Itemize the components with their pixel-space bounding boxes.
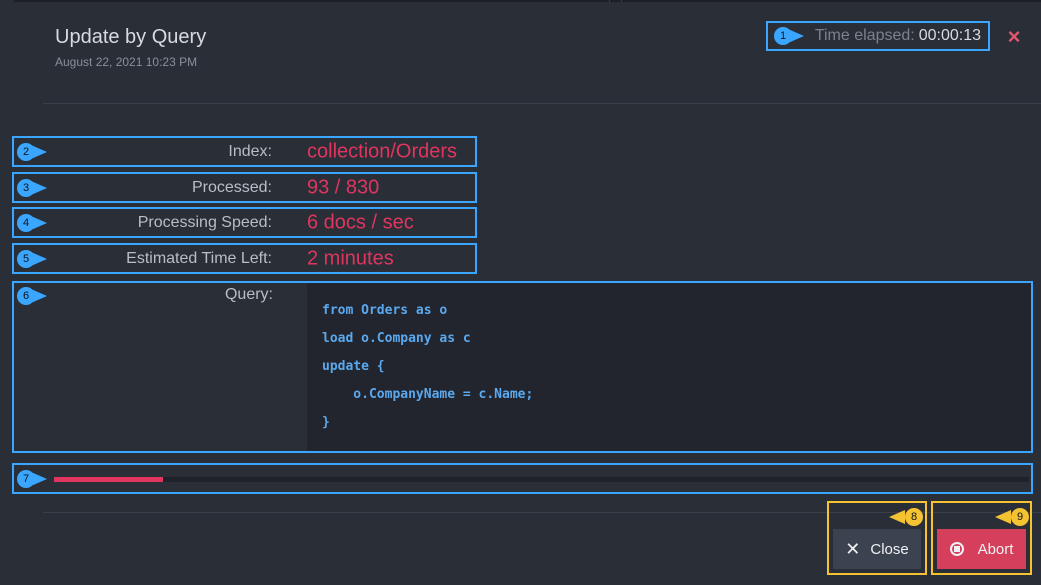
code-line: from Orders as o — [322, 303, 448, 318]
index-value: collection/Orders — [307, 140, 458, 162]
close-button[interactable]: ✕ Close — [833, 529, 921, 569]
time-elapsed-value: 00:00:13 — [918, 27, 981, 44]
callout-marker: 3 — [17, 179, 47, 197]
progress-fill — [54, 477, 164, 482]
query-label: Query: — [224, 286, 273, 303]
speed-value: 6 docs / sec — [307, 211, 414, 233]
stop-icon — [949, 542, 964, 556]
dialog-title: Update by Query — [55, 26, 207, 48]
time-left-value: 2 minutes — [307, 247, 394, 269]
callout-marker: 6 — [17, 287, 47, 305]
query-row: Query: from Orders as o load o.Company a… — [12, 281, 1033, 453]
time-left-label: Estimated Time Left: — [126, 249, 272, 267]
progress-track — [54, 477, 1029, 482]
abort-button-label: Abort — [977, 540, 1014, 558]
callout-marker: 1 — [774, 27, 804, 45]
callout-marker: 7 — [17, 470, 47, 488]
processed-value: 93 / 830 — [307, 176, 380, 198]
speed-row: Processing Speed: 6 docs / sec — [12, 207, 477, 238]
close-icon[interactable]: × — [1003, 26, 1025, 48]
processed-row: Processed: 93 / 830 — [12, 172, 477, 203]
query-code-block: from Orders as o load o.Company as c upd… — [307, 283, 1031, 451]
callout-marker: 9 — [995, 508, 1029, 526]
index-row: Index: collection/Orders — [12, 136, 477, 167]
divider-tick — [621, 0, 622, 2]
time-elapsed-label: Time elapsed: — [814, 27, 915, 44]
code-line: load o.Company as c — [322, 331, 471, 346]
code-line: o.CompanyName = c.Name; — [322, 387, 534, 402]
dialog-date: August 22, 2021 10:23 PM — [55, 55, 198, 69]
callout-marker: 4 — [17, 214, 47, 232]
header-divider — [43, 103, 1041, 104]
callout-marker: 8 — [889, 508, 923, 526]
processed-label: Processed: — [191, 178, 272, 196]
abort-button[interactable]: Abort — [937, 529, 1026, 569]
time-left-row: Estimated Time Left: 2 minutes — [12, 243, 477, 274]
code-line: } — [322, 415, 330, 430]
top-border — [14, 0, 1041, 2]
divider-tick — [609, 0, 610, 2]
code-line: update { — [322, 359, 385, 374]
callout-marker: 2 — [17, 143, 47, 161]
progress-row — [12, 463, 1033, 494]
close-button-label: Close — [870, 540, 909, 558]
speed-label: Processing Speed: — [137, 213, 272, 231]
x-icon: ✕ — [845, 538, 861, 559]
callout-marker: 5 — [17, 250, 47, 268]
index-label: Index: — [228, 142, 272, 160]
